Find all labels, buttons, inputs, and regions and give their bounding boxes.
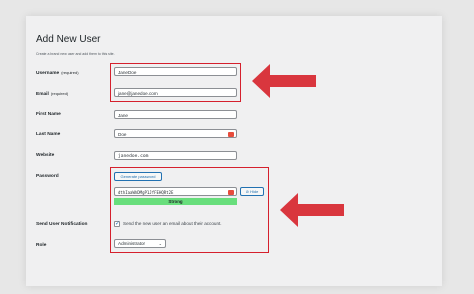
page-title: Add New User <box>36 34 101 45</box>
page-subtitle: Create a brand new user and add them to … <box>36 52 115 56</box>
password-manager-icon[interactable] <box>228 131 234 137</box>
last-name-label: Last Name <box>36 132 61 137</box>
website-input[interactable]: janedoe.com <box>114 151 237 160</box>
arrow-left-icon <box>252 64 316 98</box>
highlight-box-password <box>110 167 269 253</box>
username-label: Username (required) <box>36 70 79 76</box>
password-label: Password <box>36 174 59 179</box>
email-label: Email (required) <box>36 91 68 97</box>
role-label: Role <box>36 243 47 248</box>
last-name-input[interactable]: Doe <box>114 129 237 138</box>
last-name-value: Doe <box>118 132 127 137</box>
first-name-label: First Name <box>36 112 61 117</box>
notification-label: Send User Notification <box>36 222 88 227</box>
highlight-box-credentials <box>110 63 241 102</box>
arrow-left-icon <box>280 193 344 227</box>
username-required-text: (required) <box>61 70 79 75</box>
website-label: Website <box>36 153 55 158</box>
email-required-text: (required) <box>50 91 69 96</box>
email-label-text: Email <box>36 92 49 97</box>
add-user-panel: Add New User Create a brand new user and… <box>26 16 442 286</box>
first-name-input[interactable]: Jane <box>114 110 237 119</box>
username-label-text: Username <box>36 71 60 76</box>
